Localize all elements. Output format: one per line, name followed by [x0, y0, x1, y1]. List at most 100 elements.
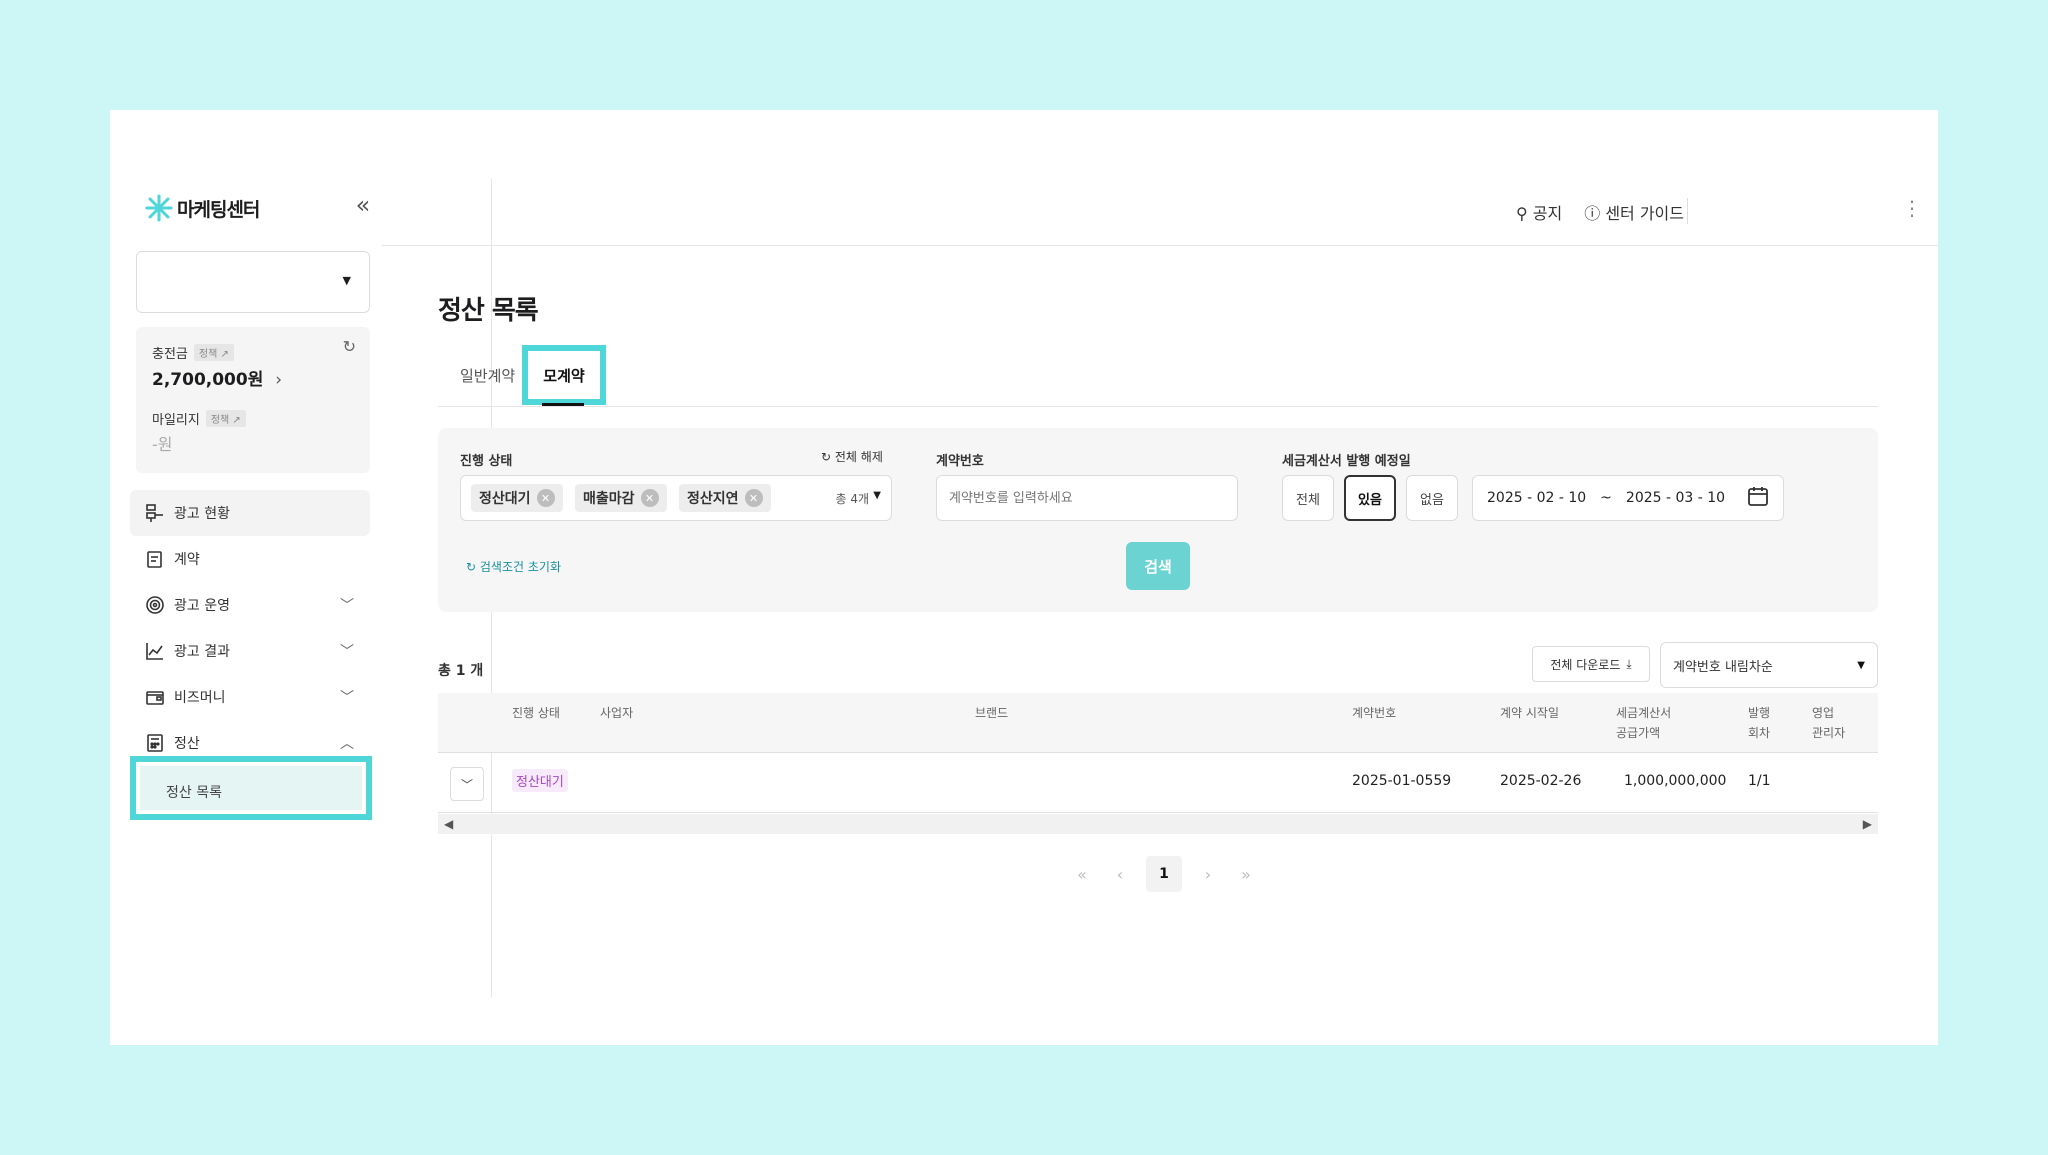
col-issue-line2: 회차	[1748, 726, 1771, 740]
scroll-left-icon[interactable]: ◀	[444, 817, 453, 831]
horizontal-scrollbar[interactable]: ◀ ▶	[438, 814, 1878, 834]
pin-icon: ⚲	[1515, 204, 1528, 223]
tab-general-contract[interactable]: 일반계약	[460, 345, 515, 405]
col-issue-line1: 발행	[1748, 706, 1771, 720]
col-sales-line1: 영업	[1812, 706, 1835, 720]
more-menu-icon[interactable]: ⋮	[1902, 196, 1922, 220]
top-links: ⚲ 공지 ⓘ 센터 가이드	[1516, 200, 1684, 224]
col-amount-line1: 세금계산서	[1616, 706, 1672, 720]
col-start-date: 계약 시작일	[1500, 706, 1560, 720]
invoice-all-option[interactable]: 전체	[1282, 475, 1334, 521]
cell-amount: 1,000,000,000	[1624, 773, 1727, 789]
date-from: 2025 - 02 - 10	[1487, 490, 1587, 506]
sidebar-item-ad-result[interactable]: 광고 결과 ﹀	[130, 628, 370, 674]
expand-row-button[interactable]: ﹀	[450, 767, 484, 801]
prev-page-button[interactable]: ‹	[1108, 865, 1132, 884]
dashboard-icon	[144, 502, 166, 524]
top-bar: ⚲ 공지 ⓘ 센터 가이드 ⋮	[382, 178, 1938, 246]
calendar-icon[interactable]	[1747, 485, 1769, 511]
sidebar-item-label: 비즈머니	[174, 690, 226, 706]
chip-label: 정산대기	[479, 491, 531, 507]
refresh-icon: ↻	[466, 560, 477, 574]
date-range-picker[interactable]: 2025 - 02 - 10 ~ 2025 - 03 - 10	[1472, 475, 1784, 521]
total-count: 총 1 개	[438, 663, 484, 679]
guide-link[interactable]: ⓘ 센터 가이드	[1584, 200, 1684, 224]
clear-all-label: 전체 해제	[834, 450, 883, 464]
mileage-label: 마일리지 정책 ↗	[152, 409, 246, 428]
status-multiselect[interactable]: 정산대기 ✕ 매출마감 ✕ 정산지연 ✕ 총 4개 ▼	[460, 475, 892, 521]
notice-link[interactable]: ⚲ 공지	[1516, 200, 1562, 224]
pagination: « ‹ 1 › »	[1070, 856, 1258, 892]
chip-label: 매출마감	[583, 491, 635, 507]
sidebar-item-bizmoney[interactable]: 비즈머니 ﹀	[130, 674, 370, 720]
first-page-button[interactable]: «	[1070, 865, 1094, 884]
date-separator: ~	[1600, 490, 1612, 506]
clear-all-button[interactable]: ↻ 전체 해제	[821, 448, 883, 465]
sidebar-item-label: 광고 결과	[174, 644, 230, 660]
sort-select[interactable]: 계약번호 내림차순 ▼	[1660, 642, 1878, 688]
sidebar-item-ad-status[interactable]: 광고 현황	[130, 490, 370, 536]
chevron-down-icon: ﹀	[340, 644, 354, 660]
sidebar-item-label: 광고 운영	[174, 598, 230, 614]
next-page-button[interactable]: ›	[1196, 865, 1220, 884]
collapse-sidebar-icon[interactable]: «	[348, 191, 378, 219]
brand-name: 마케팅센터	[177, 198, 260, 221]
download-all-button[interactable]: 전체 다운로드 ⤓	[1532, 646, 1650, 682]
scroll-right-icon[interactable]: ▶	[1863, 817, 1872, 831]
sidebar-subitem-settlement-list[interactable]: 정산 목록	[130, 756, 372, 820]
account-select[interactable]: ▼	[136, 251, 370, 313]
remove-chip-icon[interactable]: ✕	[640, 489, 659, 507]
current-page[interactable]: 1	[1146, 856, 1182, 892]
charge-value-text: 2,700,000원	[152, 370, 264, 390]
mileage-value: -원	[152, 435, 173, 454]
table-row[interactable]: ﹀ 정산대기 2025-01-0559 2025-02-26 1,000,000…	[438, 753, 1878, 813]
col-contract-no: 계약번호	[1352, 706, 1397, 720]
reset-conditions-button[interactable]: ↻ 검색조건 초기화	[466, 558, 561, 575]
help-icon: ⓘ	[1584, 204, 1601, 223]
tab-parent-contract[interactable]: 모계약	[522, 345, 606, 405]
invoice-yes-option[interactable]: 있음	[1344, 475, 1396, 521]
caret-down-icon: ▼	[873, 490, 881, 501]
download-label: 전체 다운로드	[1550, 657, 1621, 672]
charge-policy-tag[interactable]: 정책 ↗	[193, 344, 234, 361]
remove-chip-icon[interactable]: ✕	[744, 489, 763, 507]
sidebar-item-contract[interactable]: 계약	[130, 536, 370, 582]
remove-chip-icon[interactable]: ✕	[536, 489, 555, 507]
invoice-date-label: 세금계산서 발행 예정일	[1282, 454, 1411, 469]
page-title: 정산 목록	[438, 296, 539, 326]
sidebar-nav: 광고 현황 계약 광고 운영 ﹀ 광고 결과 ﹀ 비즈머니 ﹀ 정산 ︿	[130, 490, 370, 766]
invoice-no-option[interactable]: 없음	[1406, 475, 1458, 521]
refresh-icon: ↻	[821, 450, 832, 464]
sidebar-subitem-label: 정산 목록	[140, 766, 362, 810]
chip-count: 총 4개	[835, 492, 869, 506]
status-chip: 매출마감 ✕	[575, 484, 667, 512]
main-content: 정산 목록 일반계약 모계약 진행 상태 ↻ 전체 해제 정산대기 ✕ 매출마감 ✕…	[438, 290, 1878, 892]
status-chip: 정산지연 ✕	[679, 484, 771, 512]
table-header: 진행 상태 사업자 브랜드 계약번호 계약 시작일 세금계산서 공급가액 발행 회차…	[438, 693, 1878, 753]
chevron-down-icon: ﹀	[340, 598, 354, 614]
refresh-icon[interactable]: ↻	[343, 337, 356, 356]
wallet-icon	[144, 686, 166, 708]
contract-no-label: 계약번호	[936, 454, 984, 469]
charge-label: 충전금 정책 ↗	[152, 343, 234, 362]
caret-down-icon: ▼	[1857, 659, 1865, 671]
filter-panel: 진행 상태 ↻ 전체 해제 정산대기 ✕ 매출마감 ✕ 정산지연 ✕ 총 4개 ▼ 계…	[438, 428, 1878, 612]
status-filter-label: 진행 상태	[460, 454, 513, 469]
col-business: 사업자	[600, 706, 634, 720]
search-button[interactable]: 검색	[1126, 542, 1190, 590]
charge-value[interactable]: 2,700,000원 ›	[152, 365, 282, 390]
chevron-up-icon: ︿	[340, 736, 354, 752]
col-amount: 세금계산서 공급가액	[1616, 703, 1671, 743]
logo[interactable]: 마케팅센터	[145, 194, 260, 222]
sidebar-item-label: 광고 현황	[174, 506, 230, 522]
last-page-button[interactable]: »	[1234, 865, 1258, 884]
cell-contract-no: 2025-01-0559	[1352, 773, 1452, 789]
status-badge: 정산대기	[512, 769, 568, 792]
sidebar-item-ad-operation[interactable]: 광고 운영 ﹀	[130, 582, 370, 628]
mileage-policy-tag[interactable]: 정책 ↗	[205, 410, 246, 427]
line-chart-icon	[144, 640, 166, 662]
guide-label: 센터 가이드	[1605, 204, 1684, 223]
contract-no-input[interactable]	[936, 475, 1238, 521]
wallet-panel: ↻ 충전금 정책 ↗ 2,700,000원 › 마일리지 정책 ↗ -원	[136, 327, 370, 473]
contract-icon	[144, 548, 166, 570]
